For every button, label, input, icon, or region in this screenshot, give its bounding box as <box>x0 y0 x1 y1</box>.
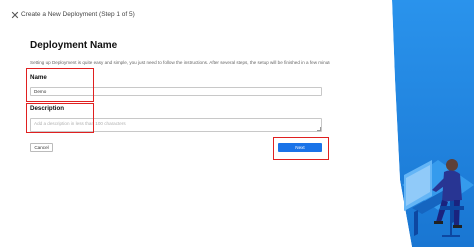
textarea-resize-handle[interactable] <box>317 127 321 131</box>
intro-text: Setting up Deployment is quite easy and … <box>30 60 330 65</box>
workstation-illustration <box>392 0 474 247</box>
person-body <box>442 170 462 202</box>
description-label: Description <box>30 105 65 112</box>
close-icon[interactable]: ✕ <box>10 10 20 22</box>
header-bar: ✕ Create a New Deployment (Step 1 of 5) <box>0 0 392 34</box>
illustration-panel <box>392 0 474 247</box>
person-head <box>446 159 458 171</box>
page-title: Deployment Name <box>30 40 118 51</box>
description-input[interactable] <box>30 118 322 132</box>
next-button[interactable]: Next <box>278 143 322 152</box>
chair-shape <box>440 206 464 210</box>
wizard-step-title: Create a New Deployment (Step 1 of 5) <box>21 11 135 18</box>
cancel-button[interactable]: Cancel <box>30 143 53 152</box>
name-label: Name <box>30 74 47 81</box>
name-input[interactable] <box>30 87 322 96</box>
